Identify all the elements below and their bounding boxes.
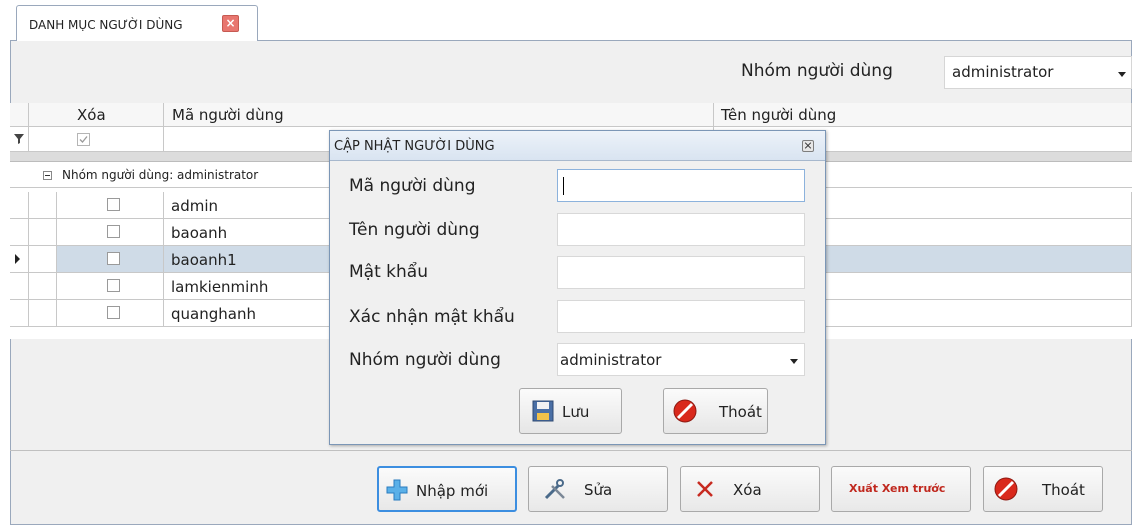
plus-icon [386, 479, 408, 501]
row-checkbox[interactable] [107, 306, 120, 319]
user-group-label: Nhóm người dùng [349, 350, 501, 370]
row-pointer-icon [15, 254, 20, 264]
preview-button-label: Xuất Xem trước [849, 482, 946, 495]
stop-icon [994, 477, 1018, 501]
tools-icon [544, 479, 565, 500]
tab-title: DANH MỤC NGƯỜI DÙNG [29, 18, 183, 32]
column-header-delete[interactable]: Xóa [29, 103, 164, 127]
floppy-icon [532, 400, 554, 422]
dialog-exit-button[interactable]: Thoát [663, 388, 768, 434]
delete-button-label: Xóa [733, 481, 762, 499]
dialog-exit-button-label: Thoát [719, 403, 762, 421]
group-row-label: Nhóm người dùng: administrator [62, 168, 259, 182]
text-caret [563, 177, 564, 195]
user-name-label: Tên người dùng [349, 220, 480, 240]
edit-button-label: Sửa [584, 481, 613, 499]
row-checkbox[interactable] [107, 279, 120, 292]
x-icon [697, 481, 713, 497]
save-button[interactable]: Lưu [519, 388, 622, 434]
row-code: quanghanh [171, 305, 256, 323]
tab-user-list[interactable]: DANH MỤC NGƯỜI DÙNG × [16, 5, 258, 41]
row-checkbox[interactable] [107, 252, 120, 265]
new-button[interactable]: Nhập mới [377, 466, 517, 512]
close-icon[interactable]: × [222, 15, 239, 32]
confirm-password-input[interactable] [557, 300, 805, 333]
filter-cell-delete[interactable] [29, 127, 164, 152]
column-header-code[interactable]: Mã người dùng [164, 103, 714, 127]
dialog-title: CẬP NHẬT NGƯỜI DÙNG [334, 139, 495, 154]
column-header-name[interactable]: Tên người dùng [714, 103, 1132, 127]
row-code: baoanh1 [171, 251, 237, 269]
group-filter-select[interactable]: administrator [944, 56, 1132, 89]
preview-button[interactable]: Xuất Xem trước [831, 466, 971, 512]
user-code-label: Mã người dùng [349, 176, 476, 196]
grid-header-indicator [10, 103, 29, 127]
chevron-down-icon [1118, 72, 1126, 77]
collapse-icon[interactable] [43, 171, 52, 180]
row-code: admin [171, 197, 218, 215]
password-input[interactable] [557, 256, 805, 289]
dialog-titlebar[interactable]: CẬP NHẬT NGƯỜI DÙNG [330, 131, 825, 161]
user-code-input[interactable] [557, 169, 805, 202]
password-label: Mật khẩu [349, 262, 428, 282]
row-checkbox[interactable] [107, 225, 120, 238]
close-icon[interactable] [802, 140, 814, 152]
filter-checkbox[interactable] [77, 133, 90, 146]
update-user-dialog: CẬP NHẬT NGƯỜI DÙNG Mã người dùng Tên ng… [329, 130, 826, 445]
filter-row-indicator [10, 127, 29, 152]
user-group-value: administrator [560, 351, 662, 369]
chevron-down-icon [790, 359, 798, 364]
toolbar-divider [10, 450, 1132, 451]
group-filter-value: administrator [952, 63, 1054, 81]
row-code: baoanh [171, 224, 228, 242]
save-button-label: Lưu [562, 403, 590, 421]
exit-button[interactable]: Thoát [983, 466, 1103, 512]
delete-button[interactable]: Xóa [680, 466, 820, 512]
user-name-input[interactable] [557, 213, 805, 246]
confirm-password-label: Xác nhận mật khẩu [349, 307, 515, 327]
row-checkbox[interactable] [107, 198, 120, 211]
exit-button-label: Thoát [1042, 481, 1085, 499]
edit-button[interactable]: Sửa [528, 466, 668, 512]
funnel-icon [14, 134, 24, 144]
user-group-select[interactable]: administrator [557, 343, 805, 376]
stop-icon [673, 399, 697, 423]
new-button-label: Nhập mới [416, 482, 489, 500]
group-filter-label: Nhóm người dùng [741, 61, 893, 81]
row-code: lamkienminh [171, 278, 269, 296]
